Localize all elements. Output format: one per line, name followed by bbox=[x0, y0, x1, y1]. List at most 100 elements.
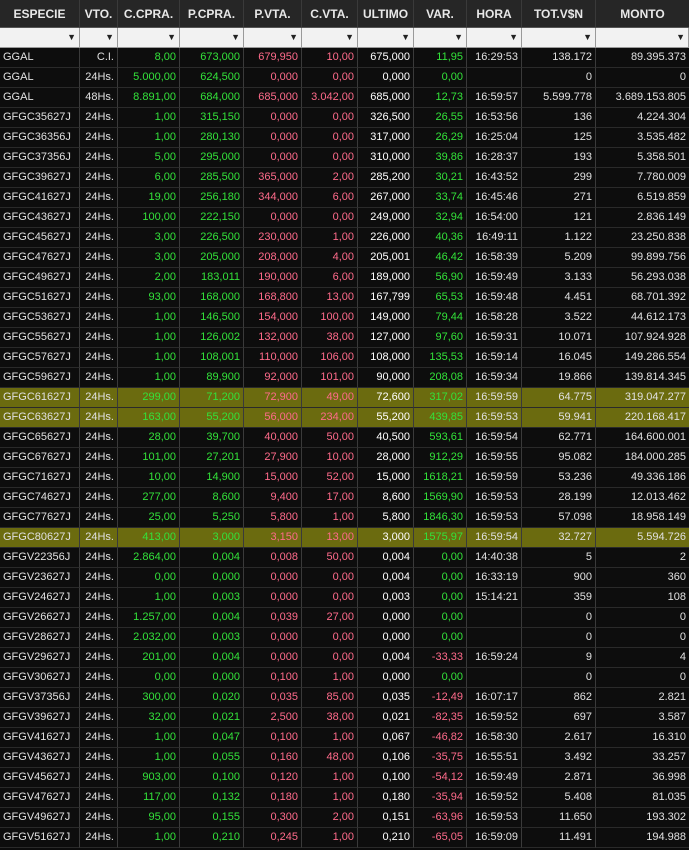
cell-p-cpra: 0,132 bbox=[180, 788, 244, 808]
table-row[interactable]: GFGV49627J 24Hs. 95,00 0,155 0,300 2,00 0,151-… bbox=[0, 808, 689, 828]
cell-ultimo: 149,000 bbox=[358, 308, 414, 328]
table-row[interactable]: GFGC80627J 24Hs. 413,00 3,000 3,150 13,00 3,00… bbox=[0, 528, 689, 548]
table-row[interactable]: GFGC53627J 24Hs. 1,00 146,500 154,000 100,00 1… bbox=[0, 308, 689, 328]
cell-hora bbox=[467, 668, 522, 688]
chevron-down-icon[interactable]: ▼ bbox=[231, 28, 240, 47]
table-row[interactable]: GFGC39627J 24Hs. 6,00 285,500 365,000 2,00 285… bbox=[0, 168, 689, 188]
table-row[interactable]: GFGC49627J 24Hs. 2,00 183,011 190,000 6,00 189… bbox=[0, 268, 689, 288]
table-row[interactable]: GFGC55627J 24Hs. 1,00 126,002 132,000 38,00 12… bbox=[0, 328, 689, 348]
cell-especie: GFGV49627J bbox=[0, 808, 80, 828]
table-row[interactable]: GFGC71627J 24Hs. 10,00 14,900 15,000 52,00 15,… bbox=[0, 468, 689, 488]
table-row[interactable]: GFGV26627J 24Hs. 1.257,00 0,004 0,039 27,00 0,… bbox=[0, 608, 689, 628]
cell-hora: 16:07:17 bbox=[467, 688, 522, 708]
table-row[interactable]: GGAL 48Hs. 8.891,00 684,000 685,000 3.042,00 6… bbox=[0, 88, 689, 108]
filter-hora[interactable]: ▼ bbox=[467, 28, 522, 48]
table-row[interactable]: GFGC59627J 24Hs. 1,00 89,900 92,000 101,00 90,… bbox=[0, 368, 689, 388]
chevron-down-icon[interactable]: ▼ bbox=[289, 28, 298, 47]
column-header-monto[interactable]: MONTO bbox=[596, 0, 689, 28]
chevron-down-icon[interactable]: ▼ bbox=[509, 28, 518, 47]
chevron-down-icon[interactable]: ▼ bbox=[676, 28, 685, 47]
column-header-ultimo[interactable]: ULTIMO bbox=[358, 0, 414, 28]
column-header-hora[interactable]: HORA bbox=[467, 0, 522, 28]
column-header-especie[interactable]: ESPECIE bbox=[0, 0, 80, 28]
table-row[interactable]: GFGC67627J 24Hs. 101,00 27,201 27,900 10,00 28… bbox=[0, 448, 689, 468]
column-header-vto[interactable]: VTO. bbox=[80, 0, 118, 28]
cell-p-cpra: 108,001 bbox=[180, 348, 244, 368]
cell-p-cpra: 0,000 bbox=[180, 568, 244, 588]
table-row[interactable]: GFGC63627J 24Hs. 163,00 55,200 56,000 234,00 5… bbox=[0, 408, 689, 428]
table-row[interactable]: GFGV39627J 24Hs. 32,00 0,021 2,500 38,00 0,021… bbox=[0, 708, 689, 728]
table-row[interactable]: GFGC47627J 24Hs. 3,00 205,000 208,000 4,00 205… bbox=[0, 248, 689, 268]
column-header-tot-vn[interactable]: TOT.V$N bbox=[522, 0, 596, 28]
cell-tot-vn: 0 bbox=[522, 628, 596, 648]
filter-c-cpra[interactable]: ▼ bbox=[118, 28, 180, 48]
table-row[interactable]: GFGC36356J 24Hs. 1,00 280,130 0,000 0,00 317,0… bbox=[0, 128, 689, 148]
chevron-down-icon[interactable]: ▼ bbox=[345, 28, 354, 47]
filter-tot-vn[interactable]: ▼ bbox=[522, 28, 596, 48]
column-header-c-cpra[interactable]: C.CPRA. bbox=[118, 0, 180, 28]
table-row[interactable]: GFGV23627J 24Hs. 0,00 0,000 0,000 0,00 0,004 0,… bbox=[0, 568, 689, 588]
table-row[interactable]: GFGC57627J 24Hs. 1,00 108,001 110,000 106,00 1… bbox=[0, 348, 689, 368]
table-row[interactable]: GFGV37356J 24Hs. 300,00 0,020 0,035 85,00 0,03… bbox=[0, 688, 689, 708]
chevron-down-icon[interactable]: ▼ bbox=[583, 28, 592, 47]
column-header-p-cpra[interactable]: P.CPRA. bbox=[180, 0, 244, 28]
table-row[interactable]: GGAL 24Hs. 5.000,00 624,500 0,000 0,00 0,000 0,… bbox=[0, 68, 689, 88]
cell-vto: 24Hs. bbox=[80, 568, 118, 588]
cell-var: 26,55 bbox=[414, 108, 467, 128]
cell-c-cpra: 117,00 bbox=[118, 788, 180, 808]
filter-c-vta[interactable]: ▼ bbox=[302, 28, 358, 48]
cell-monto: 360 bbox=[596, 568, 689, 588]
table-row[interactable]: GFGV43627J 24Hs. 1,00 0,055 0,160 48,00 0,106-… bbox=[0, 748, 689, 768]
cell-monto: 3.689.153.805 bbox=[596, 88, 689, 108]
chevron-down-icon[interactable]: ▼ bbox=[454, 28, 463, 47]
cell-monto: 49.336.186 bbox=[596, 468, 689, 488]
cell-hora: 16:59:09 bbox=[467, 828, 522, 848]
cell-p-cpra: 0,004 bbox=[180, 648, 244, 668]
table-row[interactable]: GFGC61627J 24Hs. 299,00 71,200 72,900 49,00 72… bbox=[0, 388, 689, 408]
chevron-down-icon[interactable]: ▼ bbox=[167, 28, 176, 47]
table-row[interactable]: GFGV28627J 24Hs. 2.032,00 0,003 0,000 0,00 0,0… bbox=[0, 628, 689, 648]
column-header-var[interactable]: VAR. bbox=[414, 0, 467, 28]
cell-ultimo: 675,000 bbox=[358, 48, 414, 68]
filter-especie[interactable]: ▼ bbox=[0, 28, 80, 48]
cell-c-vta: 1,00 bbox=[302, 828, 358, 848]
cell-var: 1846,30 bbox=[414, 508, 467, 528]
chevron-down-icon[interactable]: ▼ bbox=[105, 28, 114, 47]
cell-vto: 24Hs. bbox=[80, 168, 118, 188]
table-row[interactable]: GFGC51627J 24Hs. 93,00 168,000 168,800 13,00 1… bbox=[0, 288, 689, 308]
table-row[interactable]: GFGV29627J 24Hs. 201,00 0,004 0,000 0,00 0,004… bbox=[0, 648, 689, 668]
cell-monto: 81.035 bbox=[596, 788, 689, 808]
filter-p-cpra[interactable]: ▼ bbox=[180, 28, 244, 48]
table-row[interactable]: GGAL C.I. 8,00 673,000 679,950 10,00 675,000 11… bbox=[0, 48, 689, 68]
table-row[interactable]: GFGC41627J 24Hs. 19,00 256,180 344,000 6,00 26… bbox=[0, 188, 689, 208]
filter-p-vta[interactable]: ▼ bbox=[244, 28, 302, 48]
cell-c-vta: 52,00 bbox=[302, 468, 358, 488]
cell-monto: 23.250.838 bbox=[596, 228, 689, 248]
table-row[interactable]: GFGV45627J 24Hs. 903,00 0,100 0,120 1,00 0,100… bbox=[0, 768, 689, 788]
chevron-down-icon[interactable]: ▼ bbox=[67, 28, 76, 47]
table-row[interactable]: GFGC74627J 24Hs. 277,00 8,600 9,400 17,00 8,60… bbox=[0, 488, 689, 508]
filter-ultimo[interactable]: ▼ bbox=[358, 28, 414, 48]
cell-especie: GFGC71627J bbox=[0, 468, 80, 488]
table-row[interactable]: GFGC43627J 24Hs. 100,00 222,150 0,000 0,00 249… bbox=[0, 208, 689, 228]
filter-vto[interactable]: ▼ bbox=[80, 28, 118, 48]
table-row[interactable]: GFGC35627J 24Hs. 1,00 315,150 0,000 0,00 326,5… bbox=[0, 108, 689, 128]
filter-monto[interactable]: ▼ bbox=[596, 28, 689, 48]
table-row[interactable]: GFGV51627J 24Hs. 1,00 0,210 0,245 1,00 0,210 -6… bbox=[0, 828, 689, 848]
cell-p-vta: 5,800 bbox=[244, 508, 302, 528]
table-row[interactable]: GFGV30627J 24Hs. 0,00 0,000 0,100 1,00 0,000 0,… bbox=[0, 668, 689, 688]
table-row[interactable]: GFGV24627J 24Hs. 1,00 0,003 0,000 0,00 0,003 0,… bbox=[0, 588, 689, 608]
column-header-p-vta[interactable]: P.VTA. bbox=[244, 0, 302, 28]
table-row[interactable]: GFGV22356J 24Hs. 2.864,00 0,004 0,008 50,00 0,… bbox=[0, 548, 689, 568]
cell-especie: GFGC67627J bbox=[0, 448, 80, 468]
table-row[interactable]: GFGV41627J 24Hs. 1,00 0,047 0,100 1,00 0,067 -4… bbox=[0, 728, 689, 748]
table-row[interactable]: GFGC37356J 24Hs. 5,00 295,000 0,000 0,00 310,0… bbox=[0, 148, 689, 168]
table-row[interactable]: GFGC45627J 24Hs. 3,00 226,500 230,000 1,00 226… bbox=[0, 228, 689, 248]
table-row[interactable]: GFGV47627J 24Hs. 117,00 0,132 0,180 1,00 0,180… bbox=[0, 788, 689, 808]
cell-c-cpra: 2.032,00 bbox=[118, 628, 180, 648]
table-row[interactable]: GFGC65627J 24Hs. 28,00 39,700 40,000 50,00 40,… bbox=[0, 428, 689, 448]
filter-var[interactable]: ▼ bbox=[414, 28, 467, 48]
table-row[interactable]: GFGC77627J 24Hs. 25,00 5,250 5,800 1,00 5,800 1… bbox=[0, 508, 689, 528]
chevron-down-icon[interactable]: ▼ bbox=[401, 28, 410, 47]
column-header-c-vta[interactable]: C.VTA. bbox=[302, 0, 358, 28]
